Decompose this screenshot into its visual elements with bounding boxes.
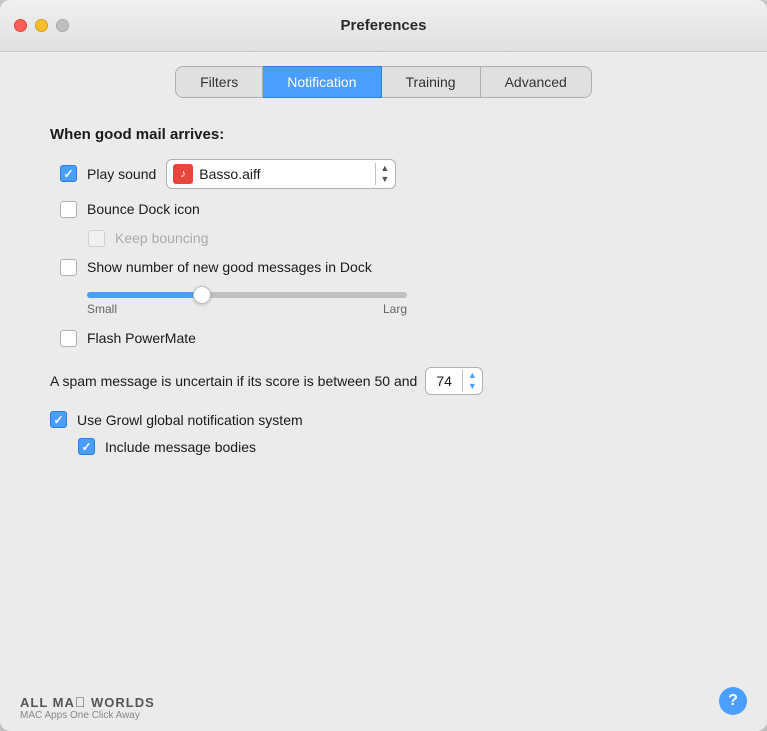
tab-filters[interactable]: Filters bbox=[175, 66, 263, 98]
spam-arrow-up[interactable]: ▲ bbox=[468, 370, 477, 381]
slider-labels: Small Larg bbox=[87, 302, 407, 316]
tab-advanced[interactable]: Advanced bbox=[481, 66, 592, 98]
options-group: Play sound ♪ Basso.aiff ▲ ▼ Bounce Dock … bbox=[60, 159, 717, 347]
spam-row: A spam message is uncertain if its score… bbox=[50, 367, 717, 396]
keep-bouncing-label: Keep bouncing bbox=[115, 230, 208, 246]
watermark-brand: ALL MA WORLDS bbox=[20, 694, 155, 710]
slider-container: Small Larg bbox=[87, 292, 717, 316]
spam-number-stepper[interactable]: 74 ▲ ▼ bbox=[425, 367, 483, 396]
tab-training[interactable]: Training bbox=[382, 66, 481, 98]
play-sound-row: Play sound ♪ Basso.aiff ▲ ▼ bbox=[60, 159, 717, 189]
bounce-dock-checkbox[interactable] bbox=[60, 201, 77, 218]
sound-file-icon: ♪ bbox=[173, 164, 193, 184]
use-growl-row: Use Growl global notification system bbox=[50, 411, 717, 428]
sound-arrow-up[interactable]: ▲ bbox=[380, 163, 389, 174]
close-button[interactable] bbox=[14, 19, 27, 32]
play-sound-label: Play sound bbox=[87, 166, 156, 182]
spam-text: A spam message is uncertain if its score… bbox=[50, 373, 417, 389]
watermark: ALL MA WORLDS MAC Apps One Click Away bbox=[20, 694, 155, 721]
spam-arrows: ▲ ▼ bbox=[463, 368, 482, 395]
include-bodies-checkbox[interactable] bbox=[78, 438, 95, 455]
keep-bouncing-row: Keep bouncing bbox=[88, 230, 717, 247]
use-growl-checkbox[interactable] bbox=[50, 411, 67, 428]
show-count-row: Show number of new good messages in Dock bbox=[60, 259, 717, 276]
keep-bouncing-checkbox[interactable] bbox=[88, 230, 105, 247]
flash-powermate-checkbox[interactable] bbox=[60, 330, 77, 347]
tabbar: Filters Notification Training Advanced bbox=[0, 52, 767, 98]
use-growl-label: Use Growl global notification system bbox=[77, 412, 303, 428]
section-label: When good mail arrives: bbox=[50, 126, 717, 143]
watermark-sub: MAC Apps One Click Away bbox=[20, 710, 140, 721]
bounce-dock-row: Bounce Dock icon bbox=[60, 201, 717, 218]
include-bodies-label: Include message bodies bbox=[105, 439, 256, 455]
slider-min-label: Small bbox=[87, 302, 117, 316]
spam-value: 74 bbox=[426, 370, 463, 392]
sound-arrow-down[interactable]: ▼ bbox=[380, 174, 389, 185]
apple-logo-icon:  bbox=[75, 694, 87, 710]
tab-notification[interactable]: Notification bbox=[263, 66, 381, 98]
spam-section: A spam message is uncertain if its score… bbox=[50, 367, 717, 396]
sound-select[interactable]: ♪ Basso.aiff ▲ ▼ bbox=[166, 159, 396, 189]
flash-powermate-label: Flash PowerMate bbox=[87, 330, 196, 346]
growl-section: Use Growl global notification system Inc… bbox=[50, 411, 717, 455]
show-count-label: Show number of new good messages in Dock bbox=[87, 259, 372, 275]
maximize-button[interactable] bbox=[56, 19, 69, 32]
spam-arrow-down[interactable]: ▼ bbox=[468, 381, 477, 392]
sound-stepper[interactable]: ▲ ▼ bbox=[375, 163, 389, 185]
flash-powermate-row: Flash PowerMate bbox=[60, 330, 717, 347]
slider-max-label: Larg bbox=[383, 302, 407, 316]
play-sound-checkbox[interactable] bbox=[60, 165, 77, 182]
traffic-lights bbox=[14, 19, 69, 32]
content-area: When good mail arrives: Play sound ♪ Bas… bbox=[0, 98, 767, 677]
slider-track[interactable] bbox=[87, 292, 407, 298]
bounce-dock-label: Bounce Dock icon bbox=[87, 201, 200, 217]
show-count-checkbox[interactable] bbox=[60, 259, 77, 276]
slider-thumb[interactable] bbox=[193, 286, 211, 304]
titlebar: Preferences bbox=[0, 0, 767, 52]
sound-filename: Basso.aiff bbox=[199, 166, 369, 182]
include-bodies-row: Include message bodies bbox=[78, 438, 717, 455]
window-title: Preferences bbox=[341, 17, 427, 34]
minimize-button[interactable] bbox=[35, 19, 48, 32]
help-button[interactable]: ? bbox=[719, 687, 747, 715]
slider-fill bbox=[87, 292, 202, 298]
